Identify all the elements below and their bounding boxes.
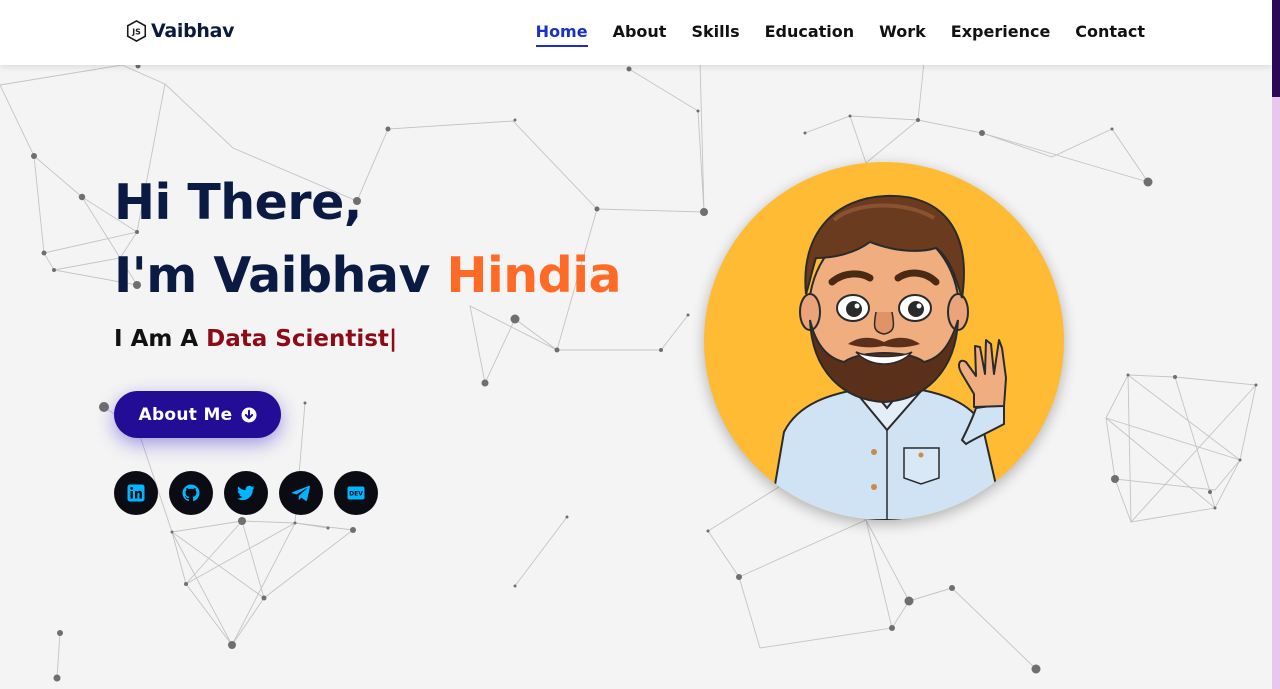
hero-text: Hi There, I'm Vaibhav Hindia I Am A Data… (114, 174, 622, 352)
github-icon (182, 484, 200, 502)
typing-cursor: | (388, 326, 398, 352)
nav-link-work[interactable]: Work (879, 18, 926, 47)
hero-intro-surname: Hindia (446, 247, 622, 304)
linkedin-link[interactable] (114, 471, 158, 515)
cartoon-avatar-waving (767, 194, 1007, 520)
hero-greeting: Hi There, (114, 174, 362, 231)
dev-icon: DEV (347, 486, 365, 500)
social-links: DEV (114, 471, 378, 515)
svg-text:DEV: DEV (349, 491, 363, 498)
brand-name: Vaibhav (151, 20, 235, 42)
about-me-label: About Me (138, 404, 233, 425)
profile-avatar (704, 162, 1064, 520)
hero-intro-prefix: I'm Vaibhav (114, 247, 447, 304)
twitter-link[interactable] (224, 471, 268, 515)
telegram-icon (291, 485, 310, 501)
nav-link-skills[interactable]: Skills (691, 18, 739, 47)
subtitle-prefix: I Am A (114, 326, 207, 352)
subtitle-role: Data Scientist (206, 326, 389, 352)
js-hexagon-icon: JS (126, 20, 147, 42)
nav-link-home[interactable]: Home (535, 18, 588, 47)
scrollbar-thumb[interactable] (1272, 0, 1280, 97)
twitter-icon (237, 485, 255, 501)
svg-text:JS: JS (131, 28, 141, 37)
nav-link-experience[interactable]: Experience (951, 18, 1051, 47)
page-scrollbar[interactable] (1272, 0, 1280, 689)
hero-intro: I'm Vaibhav Hindia (114, 251, 622, 300)
telegram-link[interactable] (279, 471, 323, 515)
github-link[interactable] (169, 471, 213, 515)
arrow-down-circle-icon (241, 407, 256, 422)
nav-link-contact[interactable]: Contact (1075, 18, 1145, 47)
linkedin-icon (127, 484, 145, 502)
nav-menu: Home About Skills Education Work Experie… (535, 0, 1145, 65)
nav-link-education[interactable]: Education (765, 18, 855, 47)
about-me-button[interactable]: About Me (114, 391, 281, 438)
dev-link[interactable]: DEV (334, 471, 378, 515)
brand-logo[interactable]: JS Vaibhav (126, 19, 235, 43)
nav-link-about[interactable]: About (613, 18, 667, 47)
typed-subtitle: I Am A Data Scientist| (114, 326, 621, 352)
top-navbar: JS Vaibhav Home About Skills Education W… (0, 0, 1272, 65)
